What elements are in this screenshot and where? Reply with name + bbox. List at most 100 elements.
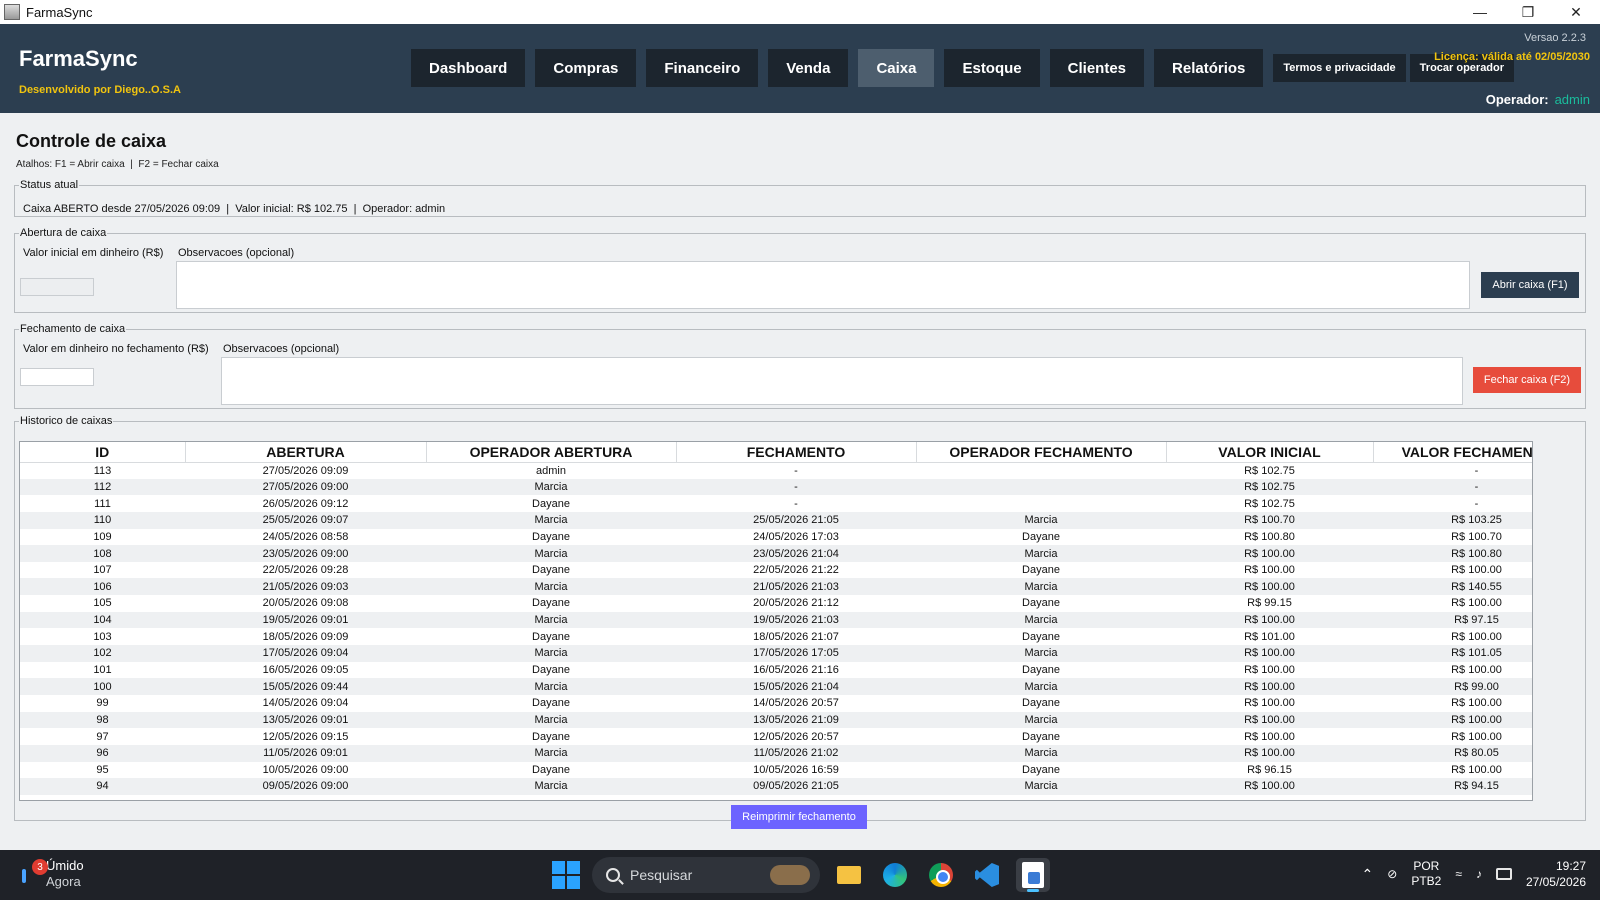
table-row[interactable]: 102 17/05/2026 09:04 Marcia 17/05/2026 17:0… <box>20 645 1532 662</box>
battery-icon[interactable] <box>1495 868 1512 880</box>
table-cell: R$ 100.00 <box>1166 645 1373 662</box>
table-row[interactable]: 100 15/05/2026 09:44 Marcia 15/05/2026 21:0… <box>20 678 1532 695</box>
table-cell: 23/05/2026 21:04 <box>676 545 916 562</box>
table-row[interactable]: 95 10/05/2026 09:00 Dayane 10/05/2026 16:59… <box>20 762 1532 779</box>
table-row[interactable]: 101 16/05/2026 09:05 Dayane 16/05/2026 21:1… <box>20 662 1532 679</box>
tab-compras[interactable]: Compras <box>535 49 637 87</box>
reprint-closing-button[interactable]: Reimprimir fechamento <box>731 805 867 829</box>
opening-notes-label: Observacoes (opcional) <box>178 247 295 259</box>
main-content: Controle de caixa Atalhos: F1 = Abrir ca… <box>0 113 1600 850</box>
table-row[interactable]: 97 12/05/2026 09:15 Dayane 12/05/2026 20:57… <box>20 728 1532 745</box>
file-explorer-icon[interactable] <box>832 858 866 892</box>
table-row[interactable]: 106 21/05/2026 09:03 Marcia 21/05/2026 21:0… <box>20 578 1532 596</box>
tab-dashboard[interactable]: Dashboard <box>411 49 526 87</box>
tab-relatorios[interactable]: Relatórios <box>1154 49 1264 87</box>
tab-venda[interactable]: Venda <box>768 49 849 87</box>
closing-notes-input[interactable] <box>221 357 1463 405</box>
table-cell: Marcia <box>426 711 676 729</box>
table-row[interactable]: 113 27/05/2026 09:09 admin - R$ 102.75 - <box>20 462 1532 479</box>
table-cell: admin <box>536 464 566 477</box>
table-row[interactable]: 96 11/05/2026 09:01 Marcia 11/05/2026 21:02… <box>20 744 1532 762</box>
table-row[interactable]: 94 09/05/2026 09:00 Marcia 09/05/2026 21:05… <box>20 778 1532 795</box>
table-cell: R$ 99.00 <box>1373 678 1532 695</box>
table-row[interactable]: 105 20/05/2026 09:08 Dayane 20/05/2026 21:1… <box>20 595 1532 612</box>
table-cell: R$ 100.00 <box>1166 545 1373 562</box>
operator-label: Operador: <box>1485 92 1549 107</box>
taskbar-apps: Pesquisar <box>552 857 1050 893</box>
closing-value-label: Valor em dinheiro no fechamento (R$) <box>23 343 209 355</box>
close-icon[interactable]: ✕ <box>1552 0 1600 24</box>
open-cash-button[interactable]: Abrir caixa (F1) <box>1481 272 1579 298</box>
column-header[interactable]: OPERADOR ABERTURA <box>426 442 677 463</box>
table-cell: 18/05/2026 21:07 <box>753 630 839 643</box>
taskbar-search[interactable]: Pesquisar <box>592 857 820 893</box>
table-cell: 96 <box>20 744 185 762</box>
restore-icon[interactable]: ❐ <box>1504 0 1552 24</box>
terms-button[interactable]: Termos e privacidade <box>1273 54 1406 82</box>
operator-indicator: Operador: admin <box>1486 92 1590 107</box>
table-cell: 95 <box>96 763 109 776</box>
windows-start-icon[interactable] <box>552 861 580 889</box>
opening-value-input[interactable] <box>20 278 94 296</box>
tab-estoque[interactable]: Estoque <box>944 49 1040 87</box>
tab-caixa[interactable]: Caixa <box>858 49 935 87</box>
opening-notes-input[interactable] <box>176 261 1470 309</box>
table-cell: 99 <box>96 697 109 710</box>
window-title: FarmaSync <box>26 4 93 20</box>
table-cell: 102 <box>20 645 185 662</box>
table-cell: 20/05/2026 09:08 <box>262 597 349 610</box>
language-indicator[interactable]: POR PTB2 <box>1411 859 1441 889</box>
table-cell: 16/05/2026 09:05 <box>262 664 349 676</box>
table-row[interactable]: 99 14/05/2026 09:04 Dayane 14/05/2026 20:57… <box>20 695 1532 712</box>
weather-widget[interactable]: 3 Úmido Agora <box>20 858 84 890</box>
table-row[interactable]: 104 19/05/2026 09:01 Marcia 19/05/2026 21:0… <box>20 611 1532 629</box>
clock[interactable]: 19:27 27/05/2026 <box>1526 858 1586 890</box>
column-header[interactable]: ID <box>20 442 186 463</box>
history-table: ID ABERTURA OPERADOR ABERTURA FECHAMENTO… <box>19 441 1533 801</box>
network-off-icon[interactable]: ⊘ <box>1387 867 1397 881</box>
weather-text: Úmido Agora <box>46 858 84 890</box>
closing-value-input[interactable] <box>20 368 94 386</box>
tab-financeiro[interactable]: Financeiro <box>646 49 759 87</box>
minimize-icon[interactable]: — <box>1456 0 1504 24</box>
table-row[interactable]: 98 13/05/2026 09:01 Marcia 13/05/2026 21:09… <box>20 711 1532 729</box>
app-icon <box>4 4 20 20</box>
column-header[interactable]: ABERTURA <box>185 442 427 463</box>
table-row[interactable]: 103 18/05/2026 09:09 Dayane 18/05/2026 21:0… <box>20 628 1532 645</box>
table-cell: 103 <box>93 630 112 643</box>
volume-icon[interactable]: ♪ <box>1476 867 1482 881</box>
table-row[interactable]: 110 25/05/2026 09:07 Marcia 25/05/2026 21:0… <box>20 511 1532 529</box>
chevron-up-icon[interactable]: ⌃ <box>1362 866 1374 883</box>
version-label: Versao 2.2.3 <box>1524 32 1586 44</box>
table-row[interactable]: 111 26/05/2026 09:12 Dayane - R$ 102.75 - <box>20 495 1532 512</box>
column-header[interactable]: VALOR INICIAL <box>1166 442 1374 463</box>
weather-condition: Úmido <box>46 858 84 873</box>
table-cell: R$ 100.00 <box>1166 778 1373 795</box>
table-cell: 22/05/2026 21:22 <box>753 564 839 577</box>
table-cell: R$ 99.15 <box>1247 597 1292 610</box>
table-row[interactable]: 112 27/05/2026 09:00 Marcia - R$ 102.75- <box>20 478 1532 496</box>
vscode-icon[interactable] <box>970 858 1004 892</box>
edge-icon[interactable] <box>878 858 912 892</box>
wifi-icon[interactable]: ≈ <box>1455 867 1462 881</box>
table-cell: 10/05/2026 16:59 <box>753 763 839 776</box>
tab-clientes[interactable]: Clientes <box>1049 49 1145 87</box>
column-header[interactable]: FECHAMENTO <box>676 442 917 463</box>
table-cell: 09/05/2026 21:05 <box>676 778 916 795</box>
farmasync-taskbar-icon[interactable] <box>1016 858 1050 892</box>
table-row[interactable]: 107 22/05/2026 09:28 Dayane 22/05/2026 21:2… <box>20 562 1532 579</box>
table-row[interactable]: 108 23/05/2026 09:00 Marcia 23/05/2026 21:0… <box>20 545 1532 562</box>
search-placeholder: Pesquisar <box>630 867 693 883</box>
table-row[interactable]: 109 24/05/2026 08:58 Dayane 24/05/2026 17:0… <box>20 529 1532 546</box>
table-cell: Marcia <box>426 678 676 695</box>
opening-group: Abertura de caixa Valor inicial em dinhe… <box>14 227 1586 313</box>
table-cell: 22/05/2026 09:28 <box>262 564 349 577</box>
table-cell: 106 <box>20 578 185 596</box>
column-header[interactable]: VALOR FECHAMENTO <box>1373 442 1532 463</box>
closing-group: Fechamento de caixa Valor em dinheiro no… <box>14 323 1586 409</box>
chrome-icon[interactable] <box>924 858 958 892</box>
close-cash-button[interactable]: Fechar caixa (F2) <box>1473 367 1581 393</box>
column-header[interactable]: OPERADOR FECHAMENTO <box>916 442 1167 463</box>
table-cell: R$ 96.15 <box>1247 763 1292 776</box>
table-cell: Dayane <box>1022 630 1060 643</box>
